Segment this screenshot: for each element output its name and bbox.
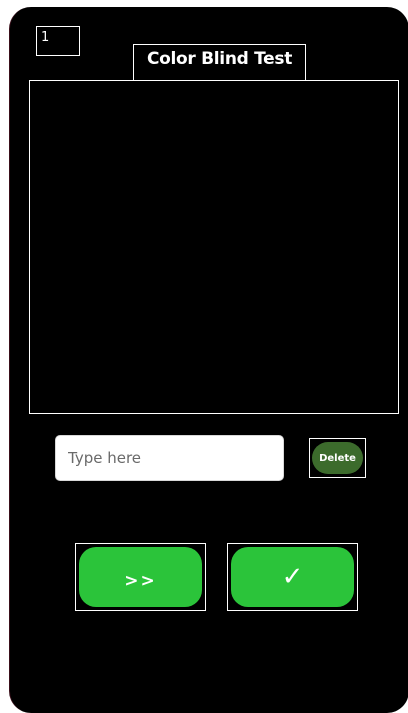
submit-button[interactable]: ✓ (231, 547, 354, 607)
submit-button-frame: ✓ (227, 543, 358, 611)
next-button[interactable]: >> (79, 547, 202, 607)
test-plate-canvas (29, 80, 399, 414)
page-title: Color Blind Test (133, 44, 306, 82)
plate-number-box: 1 (36, 26, 80, 56)
double-chevron-right-icon: >> (124, 571, 157, 591)
delete-button[interactable]: Delete (312, 442, 363, 474)
checkmark-icon: ✓ (281, 562, 304, 592)
next-button-frame: >> (75, 543, 206, 611)
delete-button-frame: Delete (309, 438, 366, 478)
answer-input[interactable] (55, 435, 284, 481)
